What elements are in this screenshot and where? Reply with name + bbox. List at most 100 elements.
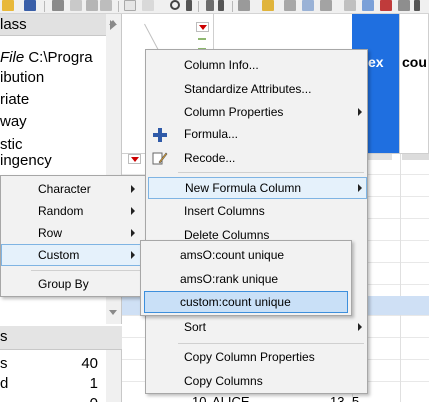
collapse-arrow-icon[interactable] [110,20,116,30]
select-icon[interactable] [206,0,214,11]
file-path: C:\Progra [28,49,93,66]
menu-item-column-info[interactable]: Column Info... [146,54,367,76]
edit-icon[interactable] [398,0,410,11]
row-name-cell[interactable]: ALICE [212,394,250,402]
rows-stat-value: 40 [81,355,98,372]
pencil-icon [152,150,168,166]
paste-icon[interactable] [86,0,98,11]
rows-panel-scrollbar[interactable] [106,350,121,402]
menu-separator [31,270,143,271]
column-header-sex-label: ex [368,54,384,70]
copy-icon[interactable] [70,0,82,11]
script-item-contingency[interactable]: ingency [0,151,52,171]
menu-item-label: Copy Column Properties [184,350,315,364]
formula-category-menu: Character Random Row Custom Group By [0,175,147,297]
menu-item-label: Recode... [184,151,236,165]
menu-item-label: Random [38,204,84,218]
menu-item-label: Copy Columns [184,374,263,388]
rows-panel-title: s [0,328,8,345]
menu-item-character[interactable]: Character [1,178,146,200]
column-context-menu: Column Info... Standardize Attributes...… [145,49,368,394]
toolbar-separator [44,1,45,12]
row-value-cell[interactable]: 5 [352,394,359,402]
menu-item-insert-columns[interactable]: Insert Columns [146,200,367,222]
menu-item-custom[interactable]: Custom [1,244,146,266]
search-icon[interactable] [170,0,180,10]
menu-item-label: amsO:count unique [180,248,285,262]
submenu-arrow-icon [131,207,135,215]
menu-item-label: Custom [38,248,80,262]
rows-panel-header: s [0,326,122,350]
toolbar [0,0,429,14]
column-header-count[interactable]: cou [400,14,429,154]
chart-icon[interactable] [380,0,392,11]
menu-item-label: Row [38,226,63,240]
script-item-oneway[interactable]: way [0,112,27,132]
rows-stat-label: s [0,355,8,372]
menu-item-random[interactable]: Random [1,200,146,222]
save-icon[interactable] [24,0,36,11]
script-item-bivariate[interactable]: riate [0,90,29,110]
rows-stat-label: d [0,375,9,392]
columns-icon[interactable] [320,0,332,11]
submenu-arrow-icon [358,108,362,116]
menu-item-label: Sort [184,320,207,334]
menu-item-label: New Formula Column [185,181,302,195]
open-folder-icon[interactable] [2,0,14,11]
bar-chart-icon[interactable] [238,0,250,11]
menu-item-label: Group By [38,277,89,291]
chevron-down-icon[interactable] [186,0,192,11]
custom-functions-menu: amsO:count unique amsO:rank unique custo… [140,240,352,316]
menu-item-group-by[interactable]: Group By [1,273,146,295]
duplicate-icon[interactable] [100,0,112,11]
submenu-arrow-icon [131,185,135,193]
menu-item-row[interactable]: Row [1,222,146,244]
menu-item-label: Insert Columns [184,204,265,218]
menu-item-column-properties[interactable]: Column Properties [146,101,367,123]
menu-item-custom-count-unique[interactable]: custom:count unique [144,291,348,313]
chevron-down-icon[interactable] [414,0,420,11]
column-red-triangle-icon[interactable] [128,154,141,164]
scroll-down-icon[interactable] [109,310,117,315]
histogram-icon[interactable] [262,0,274,11]
menu-separator [178,343,364,344]
cut-icon[interactable] [52,0,64,11]
menu-item-label: Standardize Attributes... [184,82,312,96]
submenu-arrow-icon [358,184,362,192]
menu-item-recode[interactable]: Recode... [146,147,367,169]
layout-icon[interactable] [302,0,314,11]
table-red-triangle-icon[interactable] [196,22,209,32]
rows-panel: s s 40 d 1 0 [0,326,122,402]
blank-doc-icon[interactable] [124,0,136,11]
pane-icon[interactable] [344,0,356,11]
script-item-distribution[interactable]: ibution [0,68,44,88]
menu-item-label: Column Info... [184,58,259,72]
submenu-arrow-icon [358,323,362,331]
plus-icon [153,127,167,142]
menu-item-copy-column-properties[interactable]: Copy Column Properties [146,346,367,368]
toolbar-separator [118,1,119,12]
menu-item-label: Column Properties [184,105,284,119]
table-panel-title: lass [0,16,27,33]
submenu-arrow-icon [131,251,135,259]
row-number: 10 [192,394,207,402]
menu-item-label: Character [38,182,91,196]
chevron-down-icon[interactable] [218,0,224,11]
menu-item-formula[interactable]: Formula... [146,123,367,145]
column-header-count-label: cou [402,54,427,70]
row-value-cell[interactable]: 13 [330,394,344,402]
scatter-icon[interactable] [362,0,374,11]
grid-col-line [400,154,401,402]
menu-item-new-formula-column[interactable]: New Formula Column [148,177,367,199]
menu-separator [178,172,364,173]
menu-item-copy-columns[interactable]: Copy Columns [146,370,367,392]
table-panel-header: lass [0,14,106,36]
menu-item-amso-rank-unique[interactable]: amsO:rank unique [141,268,351,290]
menu-item-amso-count-unique[interactable]: amsO:count unique [141,244,351,266]
toolbar-separator [198,1,199,12]
file-path-item[interactable]: File C:\Progra [0,48,93,68]
menu-item-sort[interactable]: Sort [146,316,367,338]
menu-item-standardize-attributes[interactable]: Standardize Attributes... [146,78,367,100]
table-icon[interactable] [284,0,296,11]
grid-icon[interactable] [142,0,154,11]
